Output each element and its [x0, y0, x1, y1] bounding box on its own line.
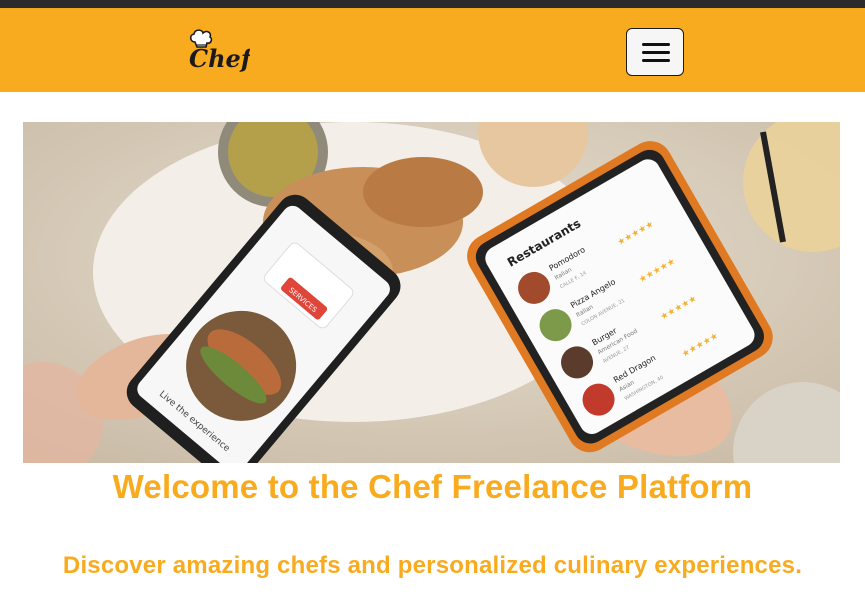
logo-text: Chef [189, 44, 250, 72]
top-strip [0, 0, 865, 9]
hero-image: SERVICES Live the experience Restaurants… [23, 122, 840, 463]
chef-logo[interactable]: Chef [186, 28, 255, 73]
page-subtitle: Discover amazing chefs and personalized … [62, 552, 803, 579]
site-header: Chef [0, 9, 865, 92]
hamburger-menu-button[interactable] [626, 28, 684, 76]
page-title: Welcome to the Chef Freelance Platform [112, 468, 753, 505]
